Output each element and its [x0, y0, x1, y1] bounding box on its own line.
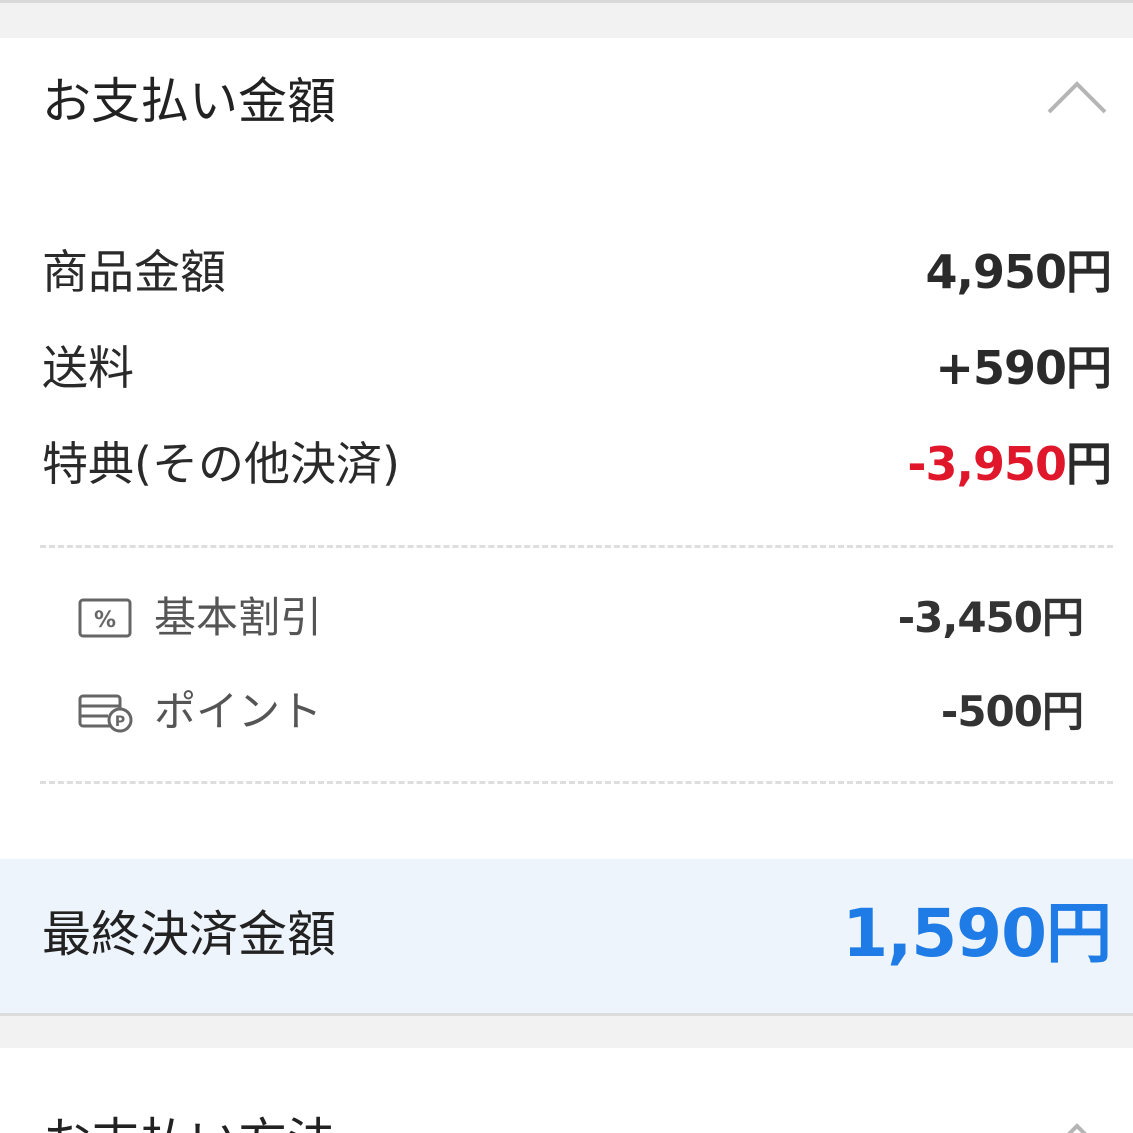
breakdown-value: -500円: [940, 687, 1084, 736]
section-title: お支払い金額: [42, 73, 337, 130]
top-gap: [0, 0, 1133, 38]
row-benefit: 特典(その他決済) -3,950円: [42, 434, 1112, 494]
final-total-value: 1,590円: [842, 895, 1112, 972]
divider-dashed: [40, 781, 1113, 784]
row-label: 商品金額: [42, 245, 226, 299]
divider-dashed: [40, 545, 1113, 548]
point-card-icon: P: [78, 694, 133, 733]
payment-summary-header[interactable]: お支払い金額: [42, 72, 1109, 132]
breakdown-value: -3,450円: [897, 593, 1084, 642]
final-total-label: 最終決済金額: [42, 906, 337, 963]
row-label: 特典(その他決済): [42, 437, 400, 491]
breakdown-label: ポイント: [154, 687, 323, 736]
svg-text:%: %: [94, 608, 116, 633]
breakdown-label: 基本割引: [154, 593, 323, 642]
row-value: 4,950円: [925, 245, 1112, 299]
final-total-bar: 最終決済金額 1,590円: [0, 859, 1133, 1016]
row-value: -3,950円: [907, 434, 1112, 494]
svg-text:P: P: [115, 714, 125, 730]
breakdown-item-basic-discount: % 基本割引 -3,450円: [78, 590, 1084, 646]
chevron-up-icon[interactable]: [1045, 76, 1109, 116]
discount-percent-icon: %: [78, 598, 132, 638]
breakdown-item-points: P ポイント -500円: [78, 684, 1084, 740]
benefit-amount: -3,950: [907, 437, 1067, 491]
chevron-up-icon[interactable]: [1045, 1118, 1109, 1133]
row-value: +590円: [935, 341, 1112, 395]
benefit-unit: 円: [1066, 437, 1112, 491]
row-label: 送料: [42, 341, 134, 395]
row-shipping: 送料 +590円: [42, 338, 1112, 398]
payment-method-card[interactable]: お支払い方法: [0, 1048, 1133, 1133]
row-product-amount: 商品金額 4,950円: [42, 242, 1112, 302]
payment-method-title: お支払い方法: [42, 1112, 336, 1133]
